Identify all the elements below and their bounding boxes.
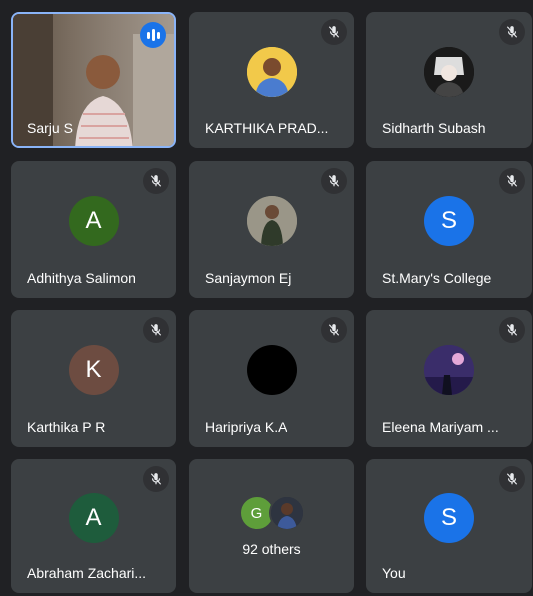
others-count: 92 others bbox=[242, 541, 301, 557]
participant-tile-karthika-pr[interactable]: K Karthika P R bbox=[11, 310, 176, 447]
avatar: K bbox=[68, 345, 119, 396]
mic-off-icon bbox=[499, 168, 525, 194]
mic-off-icon bbox=[499, 19, 525, 45]
participant-tile-st-marys-college[interactable]: S St.Mary's College bbox=[366, 161, 532, 298]
participant-name: Adhithya Salimon bbox=[27, 270, 136, 286]
avatar bbox=[246, 345, 297, 396]
participant-name: KARTHIKA PRAD... bbox=[205, 120, 329, 136]
participant-tile-eleena[interactable]: Eleena Mariyam ... bbox=[366, 310, 532, 447]
avatar: A bbox=[68, 196, 119, 247]
avatar bbox=[268, 495, 305, 531]
participant-name: Abraham Zachari... bbox=[27, 565, 147, 581]
mic-off-icon bbox=[143, 466, 169, 492]
audio-level-icon bbox=[140, 22, 166, 48]
participant-tile-sarju[interactable]: Sarju S bbox=[11, 12, 176, 148]
participant-name: St.Mary's College bbox=[382, 270, 492, 286]
mic-off-icon bbox=[499, 317, 525, 343]
mic-off-icon bbox=[321, 317, 347, 343]
participant-tile-haripriya[interactable]: Haripriya K.A bbox=[189, 310, 354, 447]
others-avatars: G bbox=[189, 495, 354, 531]
participant-tile-sanjaymon[interactable]: Sanjaymon Ej bbox=[189, 161, 354, 298]
participant-tile-adhithya[interactable]: A Adhithya Salimon bbox=[11, 161, 176, 298]
participant-name: Sarju S bbox=[27, 120, 73, 136]
participant-name: You bbox=[382, 565, 406, 581]
participant-name: Karthika P R bbox=[27, 419, 106, 435]
participant-tile-abraham[interactable]: A Abraham Zachari... bbox=[11, 459, 176, 593]
participant-name: Haripriya K.A bbox=[205, 419, 288, 435]
avatar bbox=[246, 46, 297, 97]
avatar: S bbox=[424, 196, 474, 247]
avatar bbox=[424, 345, 474, 396]
mic-off-icon bbox=[143, 317, 169, 343]
mic-off-icon bbox=[143, 168, 169, 194]
participant-name: Sanjaymon Ej bbox=[205, 270, 292, 286]
participant-tile-you[interactable]: S You bbox=[366, 459, 532, 593]
avatar: S bbox=[424, 492, 474, 543]
mic-off-icon bbox=[499, 466, 525, 492]
mic-off-icon bbox=[321, 168, 347, 194]
participant-tile-karthika-prad[interactable]: KARTHIKA PRAD... bbox=[189, 12, 354, 148]
mic-off-icon bbox=[321, 19, 347, 45]
participant-name: Eleena Mariyam ... bbox=[382, 419, 499, 435]
avatar bbox=[246, 196, 297, 247]
avatar: A bbox=[68, 492, 119, 543]
others-tile[interactable]: G 92 others bbox=[189, 459, 354, 593]
participant-tile-sidharth[interactable]: Sidharth Subash bbox=[366, 12, 532, 148]
avatar bbox=[424, 46, 474, 97]
participant-name: Sidharth Subash bbox=[382, 120, 486, 136]
